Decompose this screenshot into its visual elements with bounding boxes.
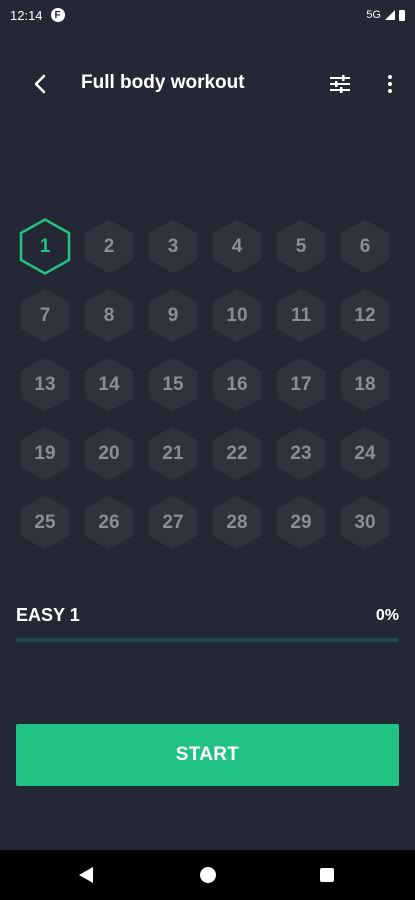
back-button[interactable]: [26, 70, 54, 98]
day-22-cell[interactable]: 22: [209, 425, 265, 482]
day-3-cell[interactable]: 3: [145, 218, 201, 275]
notification-badge-icon: F: [50, 8, 65, 22]
day-23-cell[interactable]: 23: [273, 425, 329, 482]
day-25-cell[interactable]: 25: [17, 494, 73, 551]
day-number: 16: [226, 373, 248, 395]
day-13-cell[interactable]: 13: [17, 356, 73, 413]
nav-recents-square-icon[interactable]: [320, 868, 334, 882]
day-grid: 1 2 3 4 5 6 7 8 9 10 11 12 13 14 15 16 17 18 19 20 21 22 23 24 2…: [17, 218, 397, 551]
day-28-cell[interactable]: 28: [209, 494, 265, 551]
level-label: EASY 1: [16, 605, 80, 625]
progress-percent: 0%: [375, 607, 399, 624]
more-vert-icon: [388, 75, 392, 93]
day-number: 3: [167, 235, 179, 257]
day-19-cell[interactable]: 19: [17, 425, 73, 482]
start-button[interactable]: START: [16, 724, 399, 786]
day-number: 14: [98, 373, 120, 395]
day-number: 5: [295, 235, 307, 257]
network-type: 5G: [366, 9, 381, 21]
day-30-cell[interactable]: 30: [337, 494, 393, 551]
day-8-cell[interactable]: 8: [81, 287, 137, 344]
battery-icon: [399, 9, 405, 21]
day-number: 8: [103, 304, 115, 326]
day-1-cell[interactable]: 1: [17, 218, 73, 275]
arrow-back-icon: [34, 74, 46, 94]
day-17-cell[interactable]: 17: [273, 356, 329, 413]
day-16-cell[interactable]: 16: [209, 356, 265, 413]
day-number: 26: [98, 511, 120, 533]
more-options-button[interactable]: [378, 70, 402, 98]
status-right: 5G: [366, 9, 405, 21]
day-5-cell[interactable]: 5: [273, 218, 329, 275]
day-number: 20: [98, 442, 120, 464]
day-number: 10: [226, 304, 248, 326]
day-number: 2: [103, 235, 115, 257]
day-27-cell[interactable]: 27: [145, 494, 201, 551]
progress-bar: [16, 638, 399, 642]
day-number: 27: [162, 511, 184, 533]
day-18-cell[interactable]: 18: [337, 356, 393, 413]
day-number: 15: [162, 373, 184, 395]
day-number: 11: [290, 304, 312, 326]
day-26-cell[interactable]: 26: [81, 494, 137, 551]
day-number: 28: [226, 511, 248, 533]
status-left: 12:14 F: [10, 8, 65, 23]
system-nav-bar: [0, 850, 415, 900]
status-bar: 12:14 F 5G: [0, 0, 415, 30]
tune-sliders-icon: [330, 75, 350, 93]
day-6-cell[interactable]: 6: [337, 218, 393, 275]
day-number: 9: [167, 304, 179, 326]
day-number: 30: [354, 511, 376, 533]
day-number: 12: [354, 304, 376, 326]
day-number: 21: [162, 442, 184, 464]
day-number: 7: [39, 304, 51, 326]
day-12-cell[interactable]: 12: [337, 287, 393, 344]
day-14-cell[interactable]: 14: [81, 356, 137, 413]
day-7-cell[interactable]: 7: [17, 287, 73, 344]
day-15-cell[interactable]: 15: [145, 356, 201, 413]
day-4-cell[interactable]: 4: [209, 218, 265, 275]
day-number: 23: [290, 442, 312, 464]
day-number: 25: [34, 511, 56, 533]
day-number: 6: [359, 235, 371, 257]
day-21-cell[interactable]: 21: [145, 425, 201, 482]
day-29-cell[interactable]: 29: [273, 494, 329, 551]
tune-button[interactable]: [326, 70, 354, 98]
nav-back-triangle-icon[interactable]: [79, 867, 93, 883]
day-number: 22: [226, 442, 248, 464]
day-20-cell[interactable]: 20: [81, 425, 137, 482]
app-bar: Full body workout: [0, 58, 415, 110]
nav-home-circle-icon[interactable]: [200, 867, 216, 883]
day-number: 19: [34, 442, 56, 464]
day-number: 1: [39, 235, 51, 257]
status-time: 12:14: [10, 7, 43, 23]
signal-icon: [385, 10, 395, 20]
day-24-cell[interactable]: 24: [337, 425, 393, 482]
day-10-cell[interactable]: 10: [209, 287, 265, 344]
day-9-cell[interactable]: 9: [145, 287, 201, 344]
day-2-cell[interactable]: 2: [81, 218, 137, 275]
day-number: 13: [34, 373, 56, 395]
day-number: 17: [290, 373, 312, 395]
day-number: 24: [354, 442, 376, 464]
day-number: 29: [290, 511, 312, 533]
page-title: Full body workout: [81, 72, 245, 93]
day-11-cell[interactable]: 11: [273, 287, 329, 344]
day-number: 4: [231, 235, 243, 257]
day-number: 18: [354, 373, 376, 395]
